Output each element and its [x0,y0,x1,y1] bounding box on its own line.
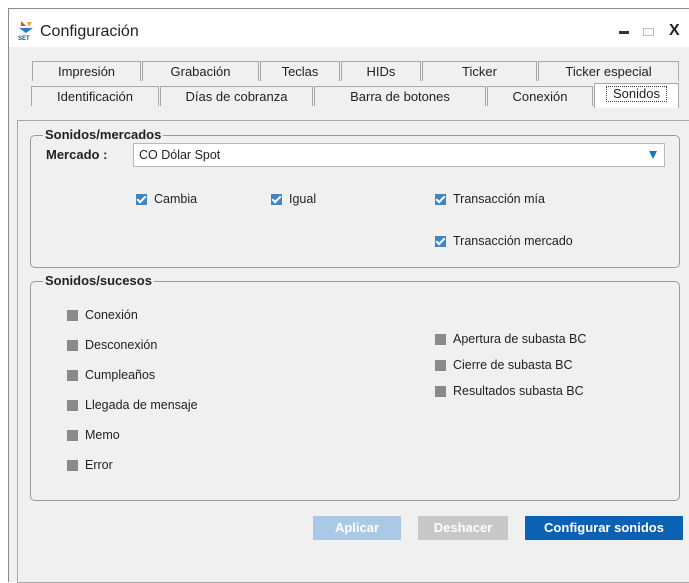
tab-grabacion[interactable]: Grabación [142,61,259,81]
apply-button[interactable]: Aplicar [313,516,401,540]
checkbox-label: Desconexión [85,338,158,352]
checkbox-label: Cumpleaños [85,368,156,382]
checkbox-unchecked-icon[interactable] [435,359,446,371]
undo-button[interactable]: Deshacer [418,516,508,540]
close-icon[interactable]: X [669,22,680,40]
tab-barra-de-botones[interactable]: Barra de botones [314,86,486,106]
checkbox-llegada-de-mensaje[interactable]: Llegada de mensaje [67,398,198,412]
tab-sonidos[interactable]: Sonidos [594,83,679,108]
tab-hids[interactable]: HIDs [341,61,421,81]
svg-text:SET: SET [18,36,30,42]
checkbox-unchecked-icon[interactable] [435,333,446,345]
checkbox-unchecked-icon[interactable] [67,339,78,351]
market-label: Mercado : [46,147,108,162]
app-logo-icon: SET [18,21,33,42]
config-window: SET Configuración X Impresión Grabación … [8,8,689,583]
checkbox-igual[interactable]: Igual [271,192,316,206]
checkbox-label: Llegada de mensaje [85,398,198,412]
tab-teclas[interactable]: Teclas [260,61,340,81]
window-title: Configuración [40,23,139,40]
checkbox-label: Conexión [85,308,138,322]
checkbox-label: Cambia [154,192,198,206]
checkbox-checked-icon[interactable] [271,193,282,205]
market-select[interactable]: CO Dólar Spot [133,143,665,167]
checkbox-transaccion-mia[interactable]: Transacción mía [435,192,545,206]
markets-legend: Sonidos/mercados [43,127,164,142]
tab-dias-de-cobranza[interactable]: Días de cobranza [160,86,313,106]
tab-conexion[interactable]: Conexión [487,86,593,106]
checkbox-unchecked-icon[interactable] [67,459,78,471]
title-bar: SET Configuración X [9,9,689,47]
tab-ticker[interactable]: Ticker [422,61,537,81]
checkbox-unchecked-icon[interactable] [67,309,78,321]
checkbox-checked-icon[interactable] [435,235,446,247]
tab-panel: Sonidos/mercados Mercado : CO Dólar Spot… [17,120,689,583]
checkbox-conexion[interactable]: Conexión [67,308,138,322]
market-select-value: CO Dólar Spot [139,148,221,162]
checkbox-label: Apertura de subasta BC [453,332,587,346]
checkbox-apertura-subasta[interactable]: Apertura de subasta BC [435,332,586,346]
maximize-icon[interactable] [643,28,654,36]
checkbox-resultados-subasta[interactable]: Resultados subasta BC [435,384,584,398]
checkbox-label: Transacción mercado [453,234,573,248]
checkbox-cumpleanos[interactable]: Cumpleaños [67,368,155,382]
checkbox-error[interactable]: Error [67,458,113,472]
tab-identificacion[interactable]: Identificación [31,86,159,106]
checkbox-memo[interactable]: Memo [67,428,120,442]
checkbox-label: Igual [289,192,317,206]
chevron-down-icon[interactable] [649,151,657,159]
events-group: Sonidos/sucesos Conexión Desconexión Cum… [30,273,680,501]
checkbox-checked-icon[interactable] [435,193,446,205]
checkbox-unchecked-icon[interactable] [435,385,446,397]
tab-ticker-especial[interactable]: Ticker especial [538,61,679,81]
checkbox-label: Resultados subasta BC [453,384,584,398]
checkbox-label: Cierre de subasta BC [453,358,573,372]
checkbox-cierre-subasta[interactable]: Cierre de subasta BC [435,358,573,372]
checkbox-transaccion-mercado[interactable]: Transacción mercado [435,234,573,248]
checkbox-label: Error [85,458,113,472]
tab-impresion[interactable]: Impresión [32,61,141,81]
events-legend: Sonidos/sucesos [43,273,154,288]
checkbox-label: Memo [85,428,120,442]
markets-group: Sonidos/mercados Mercado : CO Dólar Spot… [30,127,680,268]
checkbox-cambia[interactable]: Cambia [136,192,197,206]
checkbox-unchecked-icon[interactable] [67,399,78,411]
configure-sounds-button[interactable]: Configurar sonidos [525,516,683,540]
checkbox-checked-icon[interactable] [136,193,147,205]
minimize-icon[interactable] [619,31,629,34]
checkbox-unchecked-icon[interactable] [67,429,78,441]
checkbox-label: Transacción mía [453,192,545,206]
checkbox-desconexion[interactable]: Desconexión [67,338,157,352]
checkbox-unchecked-icon[interactable] [67,369,78,381]
